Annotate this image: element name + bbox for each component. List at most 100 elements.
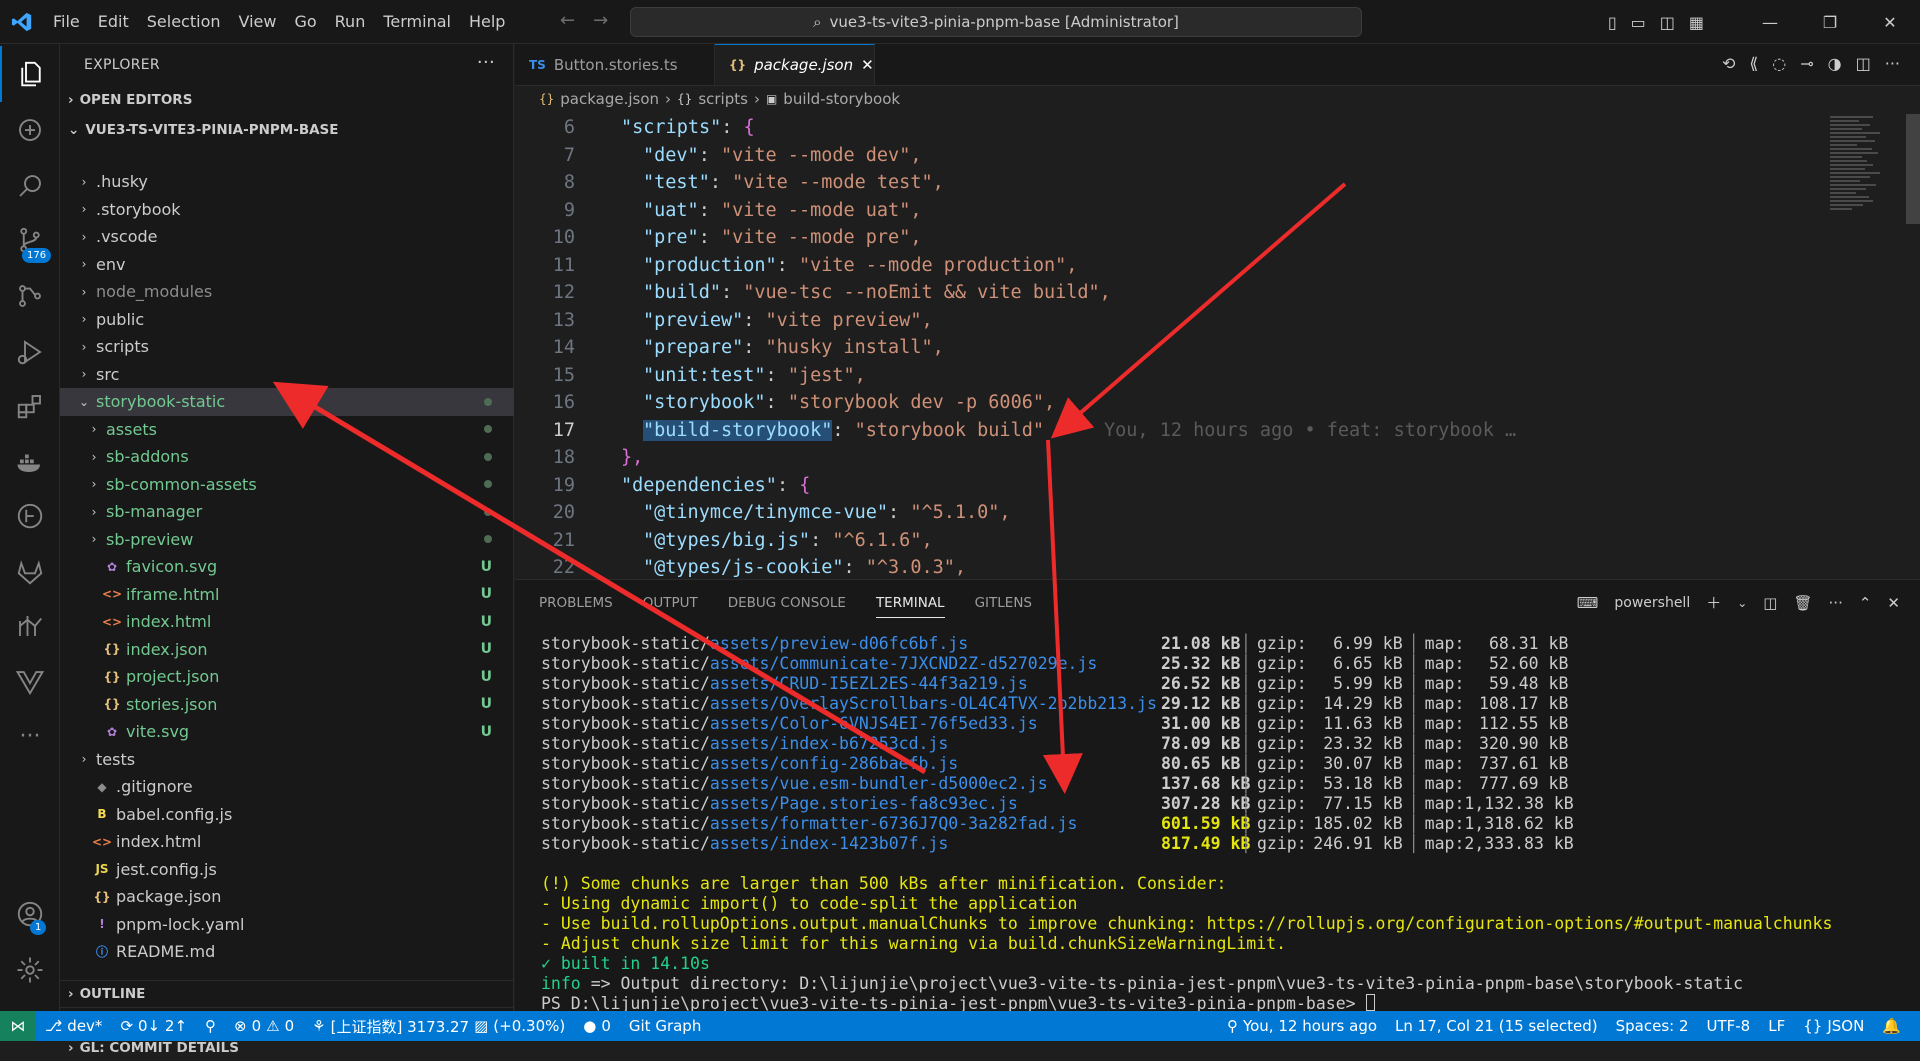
docker-icon[interactable] (0, 434, 60, 490)
menu-item-selection[interactable]: Selection (138, 0, 230, 44)
gitlab-icon[interactable] (0, 544, 60, 600)
folder-item[interactable]: ⌄ storybook-static (60, 388, 514, 416)
folder-item[interactable]: › scripts (60, 333, 514, 361)
folder-item[interactable]: › assets (60, 416, 514, 444)
vue-icon[interactable] (0, 654, 60, 710)
back-arrow-icon[interactable]: ← (560, 10, 575, 31)
circle-dot-icon[interactable]: ◌ (1772, 54, 1786, 73)
menu-item-edit[interactable]: Edit (89, 0, 138, 44)
folder-item[interactable]: › .storybook (60, 196, 514, 224)
customize-layout-icon[interactable]: ▦ (1689, 13, 1704, 32)
cursor-position[interactable]: Ln 17, Col 21 (15 selected) (1386, 1017, 1607, 1035)
folder-item[interactable]: › sb-manager (60, 498, 514, 526)
close-window-button[interactable]: ✕ (1860, 13, 1920, 32)
file-item[interactable]: {} package.json (60, 883, 514, 911)
breadcrumb-item[interactable]: scripts (698, 90, 748, 108)
chart-icon[interactable] (0, 598, 60, 654)
notifications-bell-icon[interactable]: 🔔 (1873, 1017, 1910, 1035)
folder-item[interactable]: › tests (60, 746, 514, 774)
file-item[interactable]: <> index.html (60, 828, 514, 856)
restore-button[interactable]: ❐ (1800, 13, 1860, 32)
explorer-more-icon[interactable]: ··· (477, 52, 495, 73)
settings-gear-icon[interactable] (0, 942, 60, 998)
trash-icon[interactable]: 🗑 (1793, 594, 1812, 612)
terminal-output[interactable]: storybook-static/assets/preview-d06fc6bf… (541, 634, 1832, 1014)
panel-tab-problems[interactable]: PROBLEMS (539, 595, 613, 611)
menu-item-view[interactable]: View (230, 0, 286, 44)
sidebar-section[interactable]: › OUTLINE (60, 980, 514, 1007)
compare-previous-icon[interactable]: ⟪ (1749, 54, 1758, 73)
menu-item-run[interactable]: Run (326, 0, 375, 44)
breadcrumb-item[interactable]: build-storybook (783, 90, 900, 108)
source-control-icon[interactable]: 176 (0, 212, 60, 268)
eol-status[interactable]: LF (1759, 1017, 1794, 1035)
coin-status[interactable]: ● 0 (574, 1017, 620, 1035)
file-item[interactable]: ⓘ README.md (60, 938, 514, 966)
file-item[interactable]: <> iframe.html U (60, 581, 514, 609)
more-icon[interactable]: ··· (0, 708, 60, 764)
file-item[interactable]: ✿ vite.svg U (60, 718, 514, 746)
sync-status[interactable]: ⟳ 0↓ 2↑ (111, 1017, 196, 1035)
remote-indicator-icon[interactable]: ⋈ (0, 1011, 36, 1041)
menu-item-help[interactable]: Help (460, 0, 514, 44)
chevron-down-icon[interactable]: ⌄ (1737, 596, 1747, 610)
menu-item-go[interactable]: Go (285, 0, 325, 44)
explorer-icon[interactable] (0, 46, 60, 102)
search-sidebar-icon[interactable] (0, 158, 60, 214)
close-tab-icon[interactable]: ✕ (861, 56, 874, 74)
minimize-button[interactable]: — (1740, 13, 1800, 32)
open-editors-section[interactable]: › OPEN EDITORS (60, 86, 513, 114)
panel-tab-output[interactable]: OUTPUT (643, 595, 698, 611)
file-item[interactable]: JS jest.config.js (60, 856, 514, 884)
folder-item[interactable]: › .husky (60, 168, 514, 196)
indentation-status[interactable]: Spaces: 2 (1607, 1017, 1698, 1035)
language-status[interactable]: {} JSON (1794, 1017, 1873, 1035)
project-section[interactable]: ⌄ VUE3-TS-VITE3-PINIA-PNPM-BASE (60, 116, 513, 144)
folder-item[interactable]: › sb-preview (60, 526, 514, 554)
timeline-icon[interactable]: ⟲ (1722, 54, 1735, 73)
new-terminal-icon[interactable]: ＋ (1706, 592, 1721, 613)
close-panel-icon[interactable]: ✕ (1887, 594, 1900, 612)
panel-tab-gitlens[interactable]: GITLENS (975, 595, 1032, 611)
file-item[interactable]: {} project.json U (60, 663, 514, 691)
folder-item[interactable]: › sb-common-assets (60, 471, 514, 499)
panel-tab-terminal[interactable]: TERMINAL (875, 595, 945, 618)
toggle-secondary-sidebar-icon[interactable]: ◫ (1660, 13, 1675, 32)
more-actions-icon[interactable]: ··· (1885, 54, 1900, 73)
toggle-panel-icon[interactable]: ▭ (1631, 13, 1646, 32)
breadcrumb-item[interactable]: package.json (560, 90, 659, 108)
more-actions-icon[interactable]: ··· (1829, 594, 1843, 612)
git-graph-status-icon[interactable]: ⚲ (196, 1017, 225, 1035)
panel-tab-debug-console[interactable]: DEBUG CONSOLE (728, 595, 846, 611)
maximize-panel-icon[interactable]: ⌃ (1859, 594, 1872, 612)
problems-status[interactable]: ⊗ 0 ⚠ 0 (225, 1017, 303, 1035)
extensions-icon[interactable] (0, 378, 60, 434)
file-item[interactable]: Bbabel.config.js (60, 801, 514, 829)
code-editor[interactable]: 6 "scripts": {7 "dev": "vite --mode dev", 8… (515, 114, 1795, 582)
file-item[interactable]: ! pnpm-lock.yaml (60, 911, 514, 939)
encoding-status[interactable]: UTF-8 (1698, 1017, 1760, 1035)
stock-status[interactable]: ⚘ [上证指数] 3173.27 ▨ (+0.30%) (303, 1016, 574, 1037)
file-item[interactable]: {} index.json U (60, 636, 514, 664)
file-item[interactable]: ✿ favicon.svg U (60, 553, 514, 581)
editor-scrollbar[interactable] (1906, 114, 1920, 224)
git-graph-status[interactable]: Git Graph (620, 1017, 710, 1035)
gitlens-icon[interactable] (0, 488, 60, 544)
toggle-sidebar-icon[interactable]: ▯ (1608, 13, 1617, 32)
folder-item[interactable]: › .vscode (60, 223, 514, 251)
run-debug-icon[interactable] (0, 324, 60, 380)
editor-tab[interactable]: TS Button.stories.ts (515, 44, 715, 85)
split-editor-icon[interactable]: ◫ (1856, 54, 1871, 73)
folder-item[interactable]: › node_modules (60, 278, 514, 306)
branch-status[interactable]: ⎇ dev* (36, 1017, 111, 1035)
accounts-icon[interactable]: 1 (0, 886, 60, 942)
shell-name[interactable]: powershell (1614, 595, 1690, 611)
gitlens-blame-icon[interactable]: ◑ (1828, 54, 1842, 73)
remote-explorer-icon[interactable] (0, 102, 60, 158)
git-graph-icon[interactable] (0, 268, 60, 324)
editor-tab[interactable]: {} package.json ✕ (715, 44, 875, 85)
file-item[interactable]: {} stories.json U (60, 691, 514, 719)
minimap[interactable] (1830, 114, 1902, 274)
folder-item[interactable]: › public (60, 306, 514, 334)
folder-item[interactable]: › sb-addons (60, 443, 514, 471)
